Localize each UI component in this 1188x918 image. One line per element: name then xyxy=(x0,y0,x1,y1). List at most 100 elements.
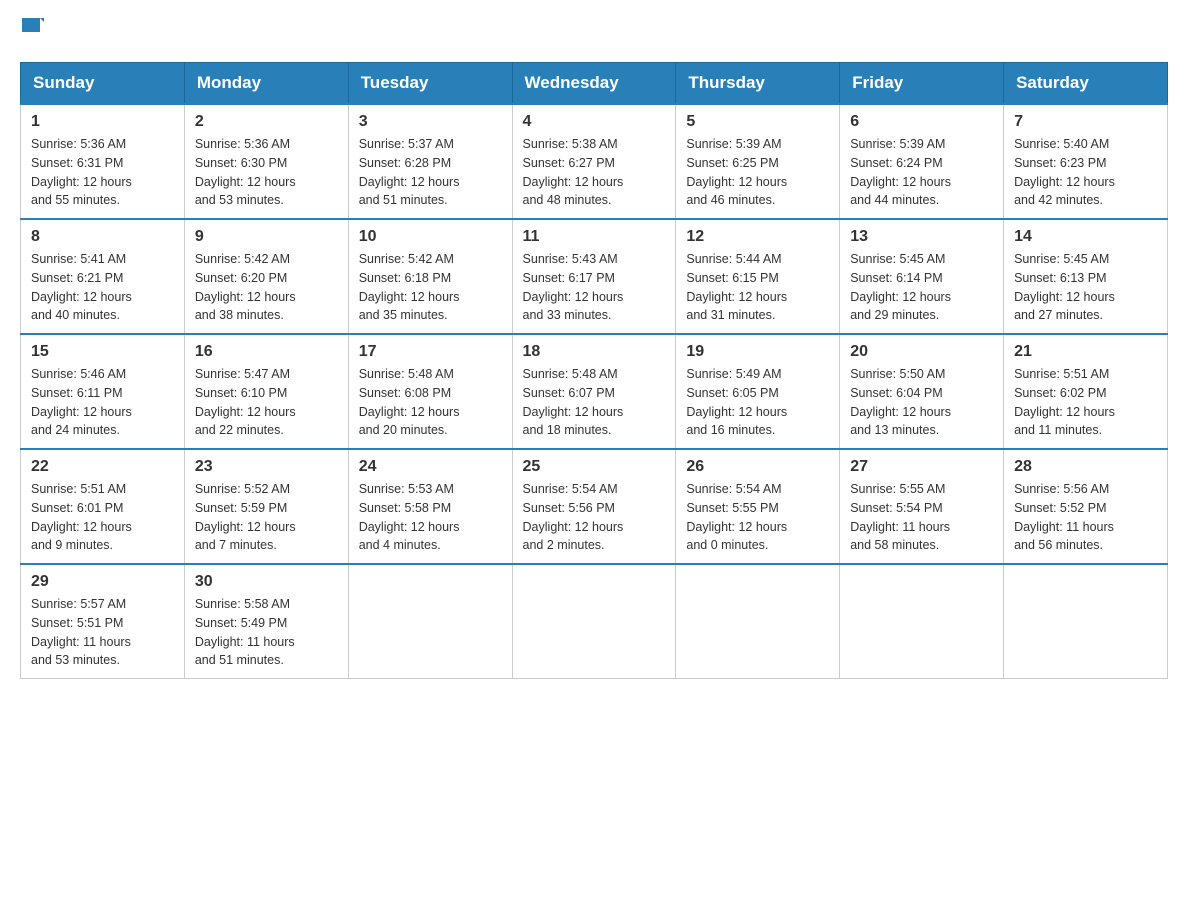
day-number: 29 xyxy=(31,573,174,591)
day-info: Sunrise: 5:37 AMSunset: 6:28 PMDaylight:… xyxy=(359,135,502,210)
day-info: Sunrise: 5:44 AMSunset: 6:15 PMDaylight:… xyxy=(686,250,829,325)
day-info: Sunrise: 5:48 AMSunset: 6:08 PMDaylight:… xyxy=(359,365,502,440)
day-info: Sunrise: 5:51 AMSunset: 6:01 PMDaylight:… xyxy=(31,480,174,555)
day-number: 8 xyxy=(31,228,174,246)
day-number: 9 xyxy=(195,228,338,246)
calendar-cell xyxy=(512,564,676,679)
day-number: 30 xyxy=(195,573,338,591)
day-number: 24 xyxy=(359,458,502,476)
calendar-cell: 9 Sunrise: 5:42 AMSunset: 6:20 PMDayligh… xyxy=(184,219,348,334)
day-number: 15 xyxy=(31,343,174,361)
day-info: Sunrise: 5:48 AMSunset: 6:07 PMDaylight:… xyxy=(523,365,666,440)
calendar-cell: 18 Sunrise: 5:48 AMSunset: 6:07 PMDaylig… xyxy=(512,334,676,449)
calendar-cell: 25 Sunrise: 5:54 AMSunset: 5:56 PMDaylig… xyxy=(512,449,676,564)
day-number: 14 xyxy=(1014,228,1157,246)
day-info: Sunrise: 5:40 AMSunset: 6:23 PMDaylight:… xyxy=(1014,135,1157,210)
day-info: Sunrise: 5:54 AMSunset: 5:56 PMDaylight:… xyxy=(523,480,666,555)
calendar-cell: 26 Sunrise: 5:54 AMSunset: 5:55 PMDaylig… xyxy=(676,449,840,564)
week-row-5: 29 Sunrise: 5:57 AMSunset: 5:51 PMDaylig… xyxy=(21,564,1168,679)
week-row-3: 15 Sunrise: 5:46 AMSunset: 6:11 PMDaylig… xyxy=(21,334,1168,449)
day-info: Sunrise: 5:54 AMSunset: 5:55 PMDaylight:… xyxy=(686,480,829,555)
calendar-cell: 27 Sunrise: 5:55 AMSunset: 5:54 PMDaylig… xyxy=(840,449,1004,564)
calendar-cell xyxy=(676,564,840,679)
day-number: 2 xyxy=(195,113,338,131)
day-info: Sunrise: 5:56 AMSunset: 5:52 PMDaylight:… xyxy=(1014,480,1157,555)
calendar-cell: 4 Sunrise: 5:38 AMSunset: 6:27 PMDayligh… xyxy=(512,104,676,219)
week-row-2: 8 Sunrise: 5:41 AMSunset: 6:21 PMDayligh… xyxy=(21,219,1168,334)
day-info: Sunrise: 5:45 AMSunset: 6:13 PMDaylight:… xyxy=(1014,250,1157,325)
day-info: Sunrise: 5:58 AMSunset: 5:49 PMDaylight:… xyxy=(195,595,338,670)
logo xyxy=(20,20,44,42)
calendar-cell xyxy=(840,564,1004,679)
week-row-4: 22 Sunrise: 5:51 AMSunset: 6:01 PMDaylig… xyxy=(21,449,1168,564)
calendar-cell: 10 Sunrise: 5:42 AMSunset: 6:18 PMDaylig… xyxy=(348,219,512,334)
day-info: Sunrise: 5:53 AMSunset: 5:58 PMDaylight:… xyxy=(359,480,502,555)
calendar-cell: 19 Sunrise: 5:49 AMSunset: 6:05 PMDaylig… xyxy=(676,334,840,449)
day-number: 11 xyxy=(523,228,666,246)
day-number: 27 xyxy=(850,458,993,476)
calendar-cell: 30 Sunrise: 5:58 AMSunset: 5:49 PMDaylig… xyxy=(184,564,348,679)
day-info: Sunrise: 5:52 AMSunset: 5:59 PMDaylight:… xyxy=(195,480,338,555)
day-info: Sunrise: 5:47 AMSunset: 6:10 PMDaylight:… xyxy=(195,365,338,440)
calendar-cell: 15 Sunrise: 5:46 AMSunset: 6:11 PMDaylig… xyxy=(21,334,185,449)
page-header xyxy=(20,20,1168,42)
header-wednesday: Wednesday xyxy=(512,63,676,105)
day-number: 7 xyxy=(1014,113,1157,131)
day-number: 28 xyxy=(1014,458,1157,476)
calendar-cell: 5 Sunrise: 5:39 AMSunset: 6:25 PMDayligh… xyxy=(676,104,840,219)
day-number: 13 xyxy=(850,228,993,246)
day-info: Sunrise: 5:42 AMSunset: 6:18 PMDaylight:… xyxy=(359,250,502,325)
day-number: 3 xyxy=(359,113,502,131)
calendar-cell: 17 Sunrise: 5:48 AMSunset: 6:08 PMDaylig… xyxy=(348,334,512,449)
day-number: 12 xyxy=(686,228,829,246)
day-number: 4 xyxy=(523,113,666,131)
week-row-1: 1 Sunrise: 5:36 AMSunset: 6:31 PMDayligh… xyxy=(21,104,1168,219)
day-number: 1 xyxy=(31,113,174,131)
calendar-cell: 13 Sunrise: 5:45 AMSunset: 6:14 PMDaylig… xyxy=(840,219,1004,334)
header-saturday: Saturday xyxy=(1004,63,1168,105)
calendar-cell: 16 Sunrise: 5:47 AMSunset: 6:10 PMDaylig… xyxy=(184,334,348,449)
day-info: Sunrise: 5:36 AMSunset: 6:30 PMDaylight:… xyxy=(195,135,338,210)
day-info: Sunrise: 5:36 AMSunset: 6:31 PMDaylight:… xyxy=(31,135,174,210)
calendar-cell: 8 Sunrise: 5:41 AMSunset: 6:21 PMDayligh… xyxy=(21,219,185,334)
calendar-cell: 12 Sunrise: 5:44 AMSunset: 6:15 PMDaylig… xyxy=(676,219,840,334)
day-number: 6 xyxy=(850,113,993,131)
day-info: Sunrise: 5:45 AMSunset: 6:14 PMDaylight:… xyxy=(850,250,993,325)
calendar-cell: 14 Sunrise: 5:45 AMSunset: 6:13 PMDaylig… xyxy=(1004,219,1168,334)
calendar-cell: 2 Sunrise: 5:36 AMSunset: 6:30 PMDayligh… xyxy=(184,104,348,219)
day-info: Sunrise: 5:38 AMSunset: 6:27 PMDaylight:… xyxy=(523,135,666,210)
header-tuesday: Tuesday xyxy=(348,63,512,105)
calendar-cell: 23 Sunrise: 5:52 AMSunset: 5:59 PMDaylig… xyxy=(184,449,348,564)
day-info: Sunrise: 5:57 AMSunset: 5:51 PMDaylight:… xyxy=(31,595,174,670)
calendar-cell: 29 Sunrise: 5:57 AMSunset: 5:51 PMDaylig… xyxy=(21,564,185,679)
calendar-cell xyxy=(1004,564,1168,679)
day-number: 25 xyxy=(523,458,666,476)
day-number: 22 xyxy=(31,458,174,476)
day-info: Sunrise: 5:42 AMSunset: 6:20 PMDaylight:… xyxy=(195,250,338,325)
header-monday: Monday xyxy=(184,63,348,105)
day-info: Sunrise: 5:55 AMSunset: 5:54 PMDaylight:… xyxy=(850,480,993,555)
day-number: 26 xyxy=(686,458,829,476)
calendar-cell: 7 Sunrise: 5:40 AMSunset: 6:23 PMDayligh… xyxy=(1004,104,1168,219)
day-number: 23 xyxy=(195,458,338,476)
calendar-cell: 20 Sunrise: 5:50 AMSunset: 6:04 PMDaylig… xyxy=(840,334,1004,449)
day-info: Sunrise: 5:41 AMSunset: 6:21 PMDaylight:… xyxy=(31,250,174,325)
day-number: 20 xyxy=(850,343,993,361)
calendar-cell xyxy=(348,564,512,679)
day-number: 21 xyxy=(1014,343,1157,361)
header-sunday: Sunday xyxy=(21,63,185,105)
day-info: Sunrise: 5:50 AMSunset: 6:04 PMDaylight:… xyxy=(850,365,993,440)
day-number: 18 xyxy=(523,343,666,361)
header-row: SundayMondayTuesdayWednesdayThursdayFrid… xyxy=(21,63,1168,105)
header-friday: Friday xyxy=(840,63,1004,105)
day-number: 5 xyxy=(686,113,829,131)
day-info: Sunrise: 5:49 AMSunset: 6:05 PMDaylight:… xyxy=(686,365,829,440)
calendar-cell: 21 Sunrise: 5:51 AMSunset: 6:02 PMDaylig… xyxy=(1004,334,1168,449)
header-thursday: Thursday xyxy=(676,63,840,105)
calendar-cell: 28 Sunrise: 5:56 AMSunset: 5:52 PMDaylig… xyxy=(1004,449,1168,564)
calendar-cell: 1 Sunrise: 5:36 AMSunset: 6:31 PMDayligh… xyxy=(21,104,185,219)
day-info: Sunrise: 5:39 AMSunset: 6:25 PMDaylight:… xyxy=(686,135,829,210)
calendar-cell: 6 Sunrise: 5:39 AMSunset: 6:24 PMDayligh… xyxy=(840,104,1004,219)
calendar-cell: 3 Sunrise: 5:37 AMSunset: 6:28 PMDayligh… xyxy=(348,104,512,219)
calendar-cell: 24 Sunrise: 5:53 AMSunset: 5:58 PMDaylig… xyxy=(348,449,512,564)
